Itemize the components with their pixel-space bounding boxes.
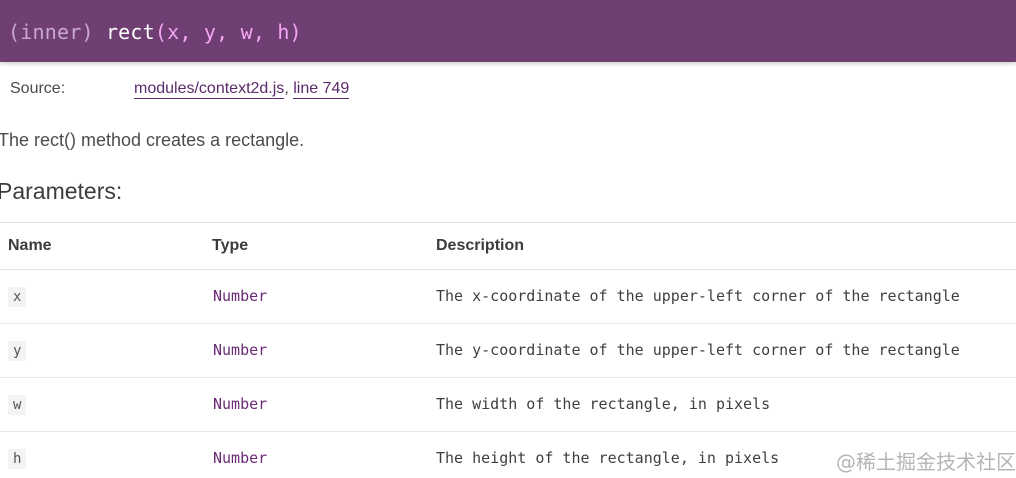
table-header-row: Name Type Description bbox=[0, 222, 1016, 270]
source-links: modules/context2d.js, line 749 bbox=[134, 79, 350, 99]
param-description: The height of the rectangle, in pixels bbox=[436, 449, 780, 467]
param-type: Number bbox=[213, 395, 268, 413]
param-type-cell: Number bbox=[212, 269, 436, 324]
param-type-cell: Number bbox=[212, 377, 436, 432]
param-name-cell: y bbox=[0, 323, 212, 378]
param-description-cell: The y-coordinate of the upper-left corne… bbox=[436, 323, 1016, 378]
parameters-table: Name Type Description x Number The x-coo… bbox=[0, 222, 1016, 478]
param-description: The width of the rectangle, in pixels bbox=[436, 395, 771, 413]
column-header-description: Description bbox=[436, 222, 1016, 270]
param-name: y bbox=[8, 340, 27, 361]
param-name: x bbox=[8, 286, 27, 307]
table-row: w Number The width of the rectangle, in … bbox=[0, 377, 1016, 432]
table-row: x Number The x-coordinate of the upper-l… bbox=[0, 269, 1016, 324]
param-name-cell: h bbox=[0, 431, 212, 478]
signature-attribute: (inner) bbox=[8, 20, 94, 44]
param-name: h bbox=[8, 448, 27, 469]
param-name: w bbox=[8, 394, 27, 415]
source-line-link[interactable]: line 749 bbox=[293, 80, 350, 99]
param-type-cell: Number bbox=[212, 431, 436, 478]
param-type: Number bbox=[213, 449, 268, 467]
method-signature-banner: (inner) rect(x, y, w, h) bbox=[0, 0, 1016, 62]
param-description: The x-coordinate of the upper-left corne… bbox=[436, 287, 960, 305]
method-description: The rect() method creates a rectangle. bbox=[0, 130, 305, 150]
param-type: Number bbox=[213, 287, 268, 305]
method-signature: (inner) rect(x, y, w, h) bbox=[8, 19, 302, 45]
param-description-cell: The width of the rectangle, in pixels bbox=[436, 377, 1016, 432]
source-separator: , bbox=[284, 80, 294, 97]
column-header-type: Type bbox=[212, 222, 436, 270]
signature-method-name: rect bbox=[105, 20, 155, 44]
parameters-heading: Parameters: bbox=[0, 178, 123, 204]
param-description-cell: The x-coordinate of the upper-left corne… bbox=[436, 269, 1016, 324]
signature-params: (x, y, w, h) bbox=[154, 20, 302, 44]
table-row: y Number The y-coordinate of the upper-l… bbox=[0, 323, 1016, 378]
source-label: Source: bbox=[10, 80, 66, 97]
source-file-link[interactable]: modules/context2d.js bbox=[134, 80, 285, 99]
param-type-cell: Number bbox=[212, 323, 436, 378]
param-type: Number bbox=[213, 341, 268, 359]
param-description: The y-coordinate of the upper-left corne… bbox=[436, 341, 960, 359]
param-name-cell: w bbox=[0, 377, 212, 432]
doc-page: (inner) rect(x, y, w, h) Source: modules… bbox=[0, 0, 1016, 478]
watermark: @稀土掘金技术社区 bbox=[836, 450, 1016, 474]
column-header-name: Name bbox=[0, 222, 212, 270]
param-name-cell: x bbox=[0, 269, 212, 324]
